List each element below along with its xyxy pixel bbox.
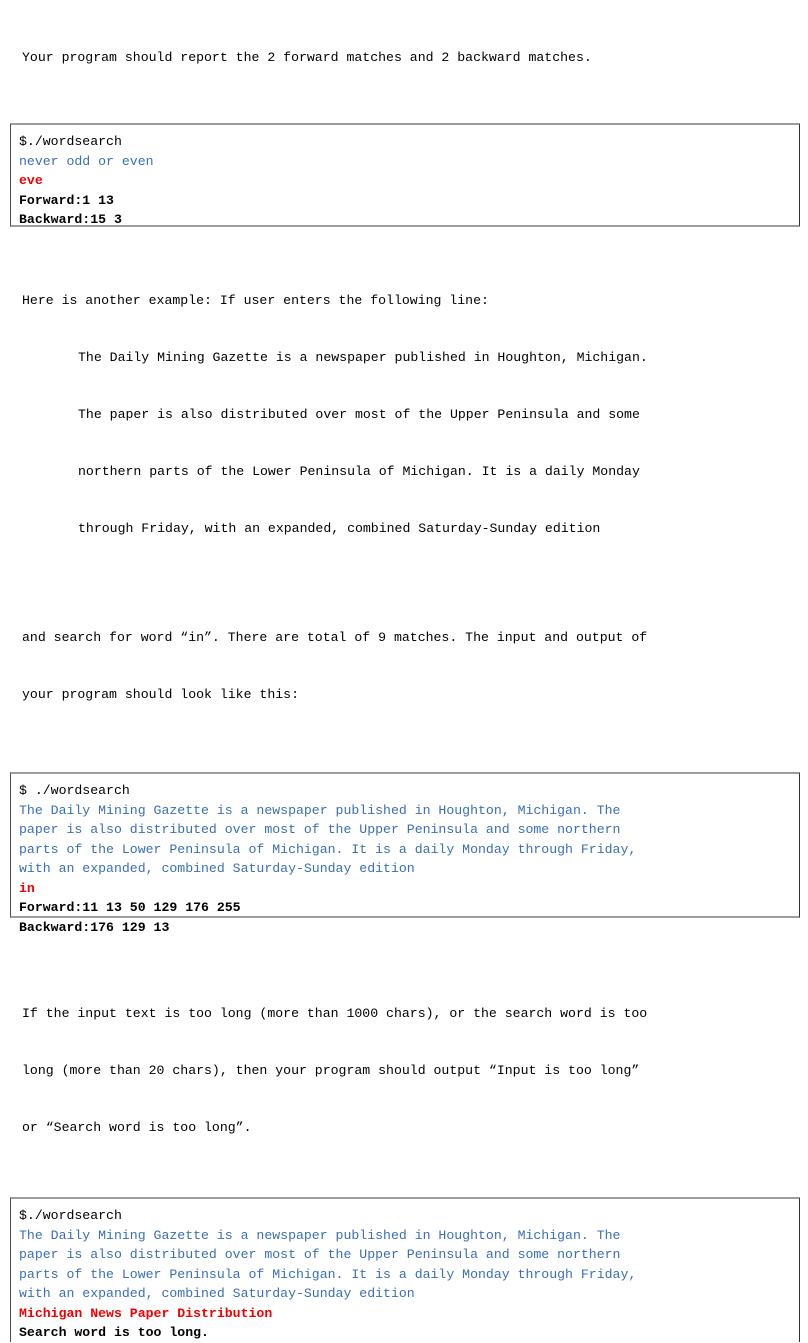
body1-quote-line-3: northern parts of the Lower Peninsula of… [78, 464, 640, 479]
spacer-before-box3 [22, 1175, 798, 1197]
example2-input-line-2: paper is also distributed over most of t… [19, 822, 621, 837]
spacer-after-box2-b [22, 948, 798, 966]
example2-input-line-4: with an expanded, combined Saturday-Sund… [19, 861, 415, 876]
example3-input-line-3: parts of the Lower Peninsula of Michigan… [19, 1266, 637, 1282]
example2-input-line-1: The Daily Mining Gazette is a newspaper … [19, 802, 621, 818]
example2-input-line-3: parts of the Lower Peninsula of Michigan… [19, 841, 637, 857]
body1-quote-line-1: The Daily Mining Gazette is a newspaper … [78, 350, 648, 365]
example1-search-word: eve [19, 173, 43, 188]
spacer-mid-body1 [22, 576, 798, 590]
intro-paragraph: Your program should report the 2 forward… [22, 10, 798, 105]
example1-input-text: never odd or even [19, 153, 154, 169]
body1-line-2: and search for word “in”. There are tota… [22, 630, 648, 645]
terminal-example-1: $./wordsearch never odd or even eve Forw… [10, 123, 800, 227]
body-paragraph-1b: and search for word “in”. There are tota… [22, 590, 798, 742]
example3-input-line-1: The Daily Mining Gazette is a newspaper … [19, 1227, 621, 1243]
body1-line-1: Here is another example: If user enters … [22, 293, 489, 308]
body-paragraph-1: Here is another example: If user enters … [22, 253, 798, 576]
body2-line-1: If the input text is too long (more than… [22, 1006, 648, 1021]
top-spacer [22, 0, 798, 10]
example3-input-line-2: paper is also distributed over most of t… [19, 1247, 621, 1262]
example2-forward-result: Forward:11 13 50 129 176 255 [19, 900, 241, 915]
spacer-before-box2 [22, 742, 798, 772]
body-paragraph-2: If the input text is too long (more than… [22, 966, 798, 1175]
terminal-example-3: $./wordsearch The Daily Mining Gazette i… [10, 1197, 800, 1342]
terminal-example-2: $ ./wordsearch The Daily Mining Gazette … [10, 772, 800, 935]
example2-search-word: in [19, 880, 35, 896]
example2-command: $ ./wordsearch [19, 783, 130, 798]
example1-command: $./wordsearch [19, 134, 122, 149]
example1-forward-result: Forward:1 13 [19, 192, 114, 208]
example3-command: $./wordsearch [19, 1208, 122, 1223]
document-page: Your program should report the 2 forward… [0, 0, 808, 1342]
spacer-before-box1 [22, 105, 798, 123]
body1-line-3: your program should look like this: [22, 687, 299, 702]
body1-quote-line-2: The paper is also distributed over most … [78, 407, 640, 422]
spacer-after-box1 [22, 227, 798, 253]
body2-line-2: long (more than 20 chars), then your pro… [22, 1063, 640, 1078]
example3-error-message: Search word is too long. [19, 1325, 209, 1340]
example3-search-word: Michigan News Paper Distribution [19, 1305, 273, 1321]
body1-quote-line-4: through Friday, with an expanded, combin… [78, 521, 601, 536]
body2-line-3: or “Search word is too long”. [22, 1120, 252, 1135]
intro-line-1: Your program should report the 2 forward… [22, 50, 592, 65]
example3-input-line-4: with an expanded, combined Saturday-Sund… [19, 1286, 415, 1301]
